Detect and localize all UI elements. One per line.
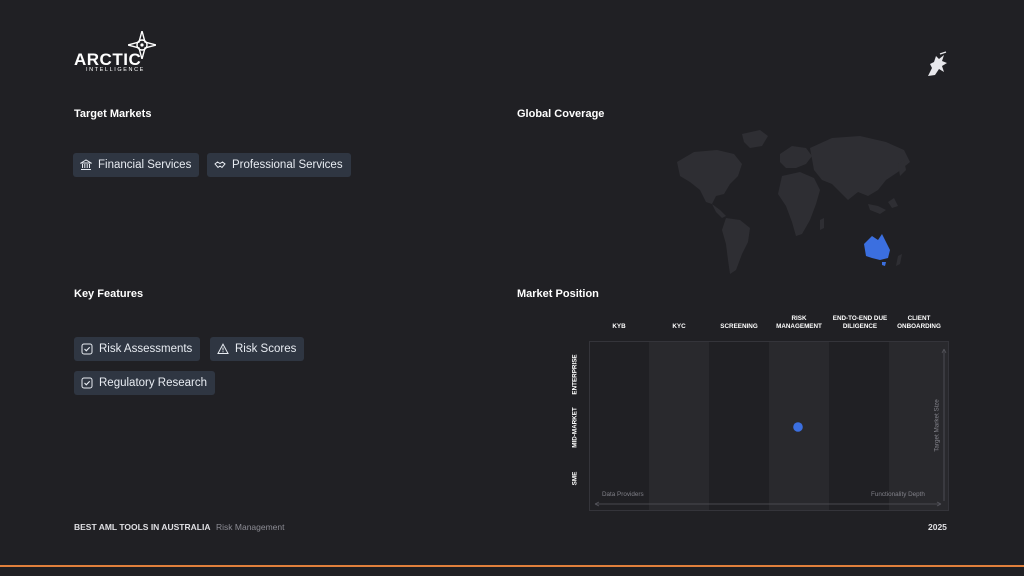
world-map (677, 130, 910, 274)
risk-scores-tag: Risk Scores (210, 337, 305, 361)
y-axis-label: Target Market Size (933, 399, 941, 452)
target-markets-title: Target Markets (74, 108, 152, 120)
warning-icon (217, 343, 229, 354)
column-label-kyc: KYC (672, 323, 686, 330)
checkbox-icon (81, 377, 93, 389)
column-label-due-diligence: END-TO-END DUE DILIGENCE (832, 315, 888, 330)
market-position-title: Market Position (517, 288, 599, 300)
footer-category: Risk Management (216, 522, 285, 532)
axis-arrows (594, 348, 947, 507)
column-label-risk-management: RISK MANAGEMENT (776, 315, 822, 330)
regulatory-research-label: Regulatory Research (99, 377, 208, 389)
professional-services-label: Professional Services (232, 159, 343, 171)
global-coverage-title: Global Coverage (517, 108, 605, 120)
column-label-screening: SCREENING (720, 323, 758, 330)
column-label-client-onboarding: CLIENT ONBOARDING (897, 315, 941, 330)
x-axis-end-label: Functionality Depth (871, 491, 925, 498)
bank-icon (80, 159, 92, 170)
checkbox-icon (81, 343, 93, 355)
row-label-sme: SME (571, 471, 579, 486)
footer-year: 2025 (928, 522, 947, 532)
financial-services-tag: Financial Services (73, 153, 200, 177)
australia-highlight (864, 234, 890, 260)
risk-scores-label: Risk Scores (235, 343, 297, 355)
footer-title: BEST AML TOOLS IN AUSTRALIA (74, 522, 211, 532)
position-marker (793, 422, 803, 432)
regulatory-research-tag: Regulatory Research (74, 371, 216, 395)
professional-services-tag: Professional Services (207, 153, 351, 177)
handshake-icon (214, 161, 226, 169)
risk-assessments-label: Risk Assessments (99, 343, 193, 355)
brand-logo: ARCTIC INTELLIGENCE (74, 31, 164, 73)
x-axis-start-label: Data Providers (602, 491, 644, 498)
risk-assessments-tag: Risk Assessments (74, 337, 201, 361)
column-label-kyb: KYB (612, 323, 626, 330)
logo-subtext: INTELLIGENCE (86, 67, 145, 73)
key-features-title: Key Features (74, 288, 144, 300)
bottom-accent-bar (0, 565, 1024, 567)
row-label-enterprise: ENTERPRISE (571, 354, 579, 395)
financial-services-label: Financial Services (98, 159, 192, 171)
knight-mascot-icon (928, 51, 947, 76)
